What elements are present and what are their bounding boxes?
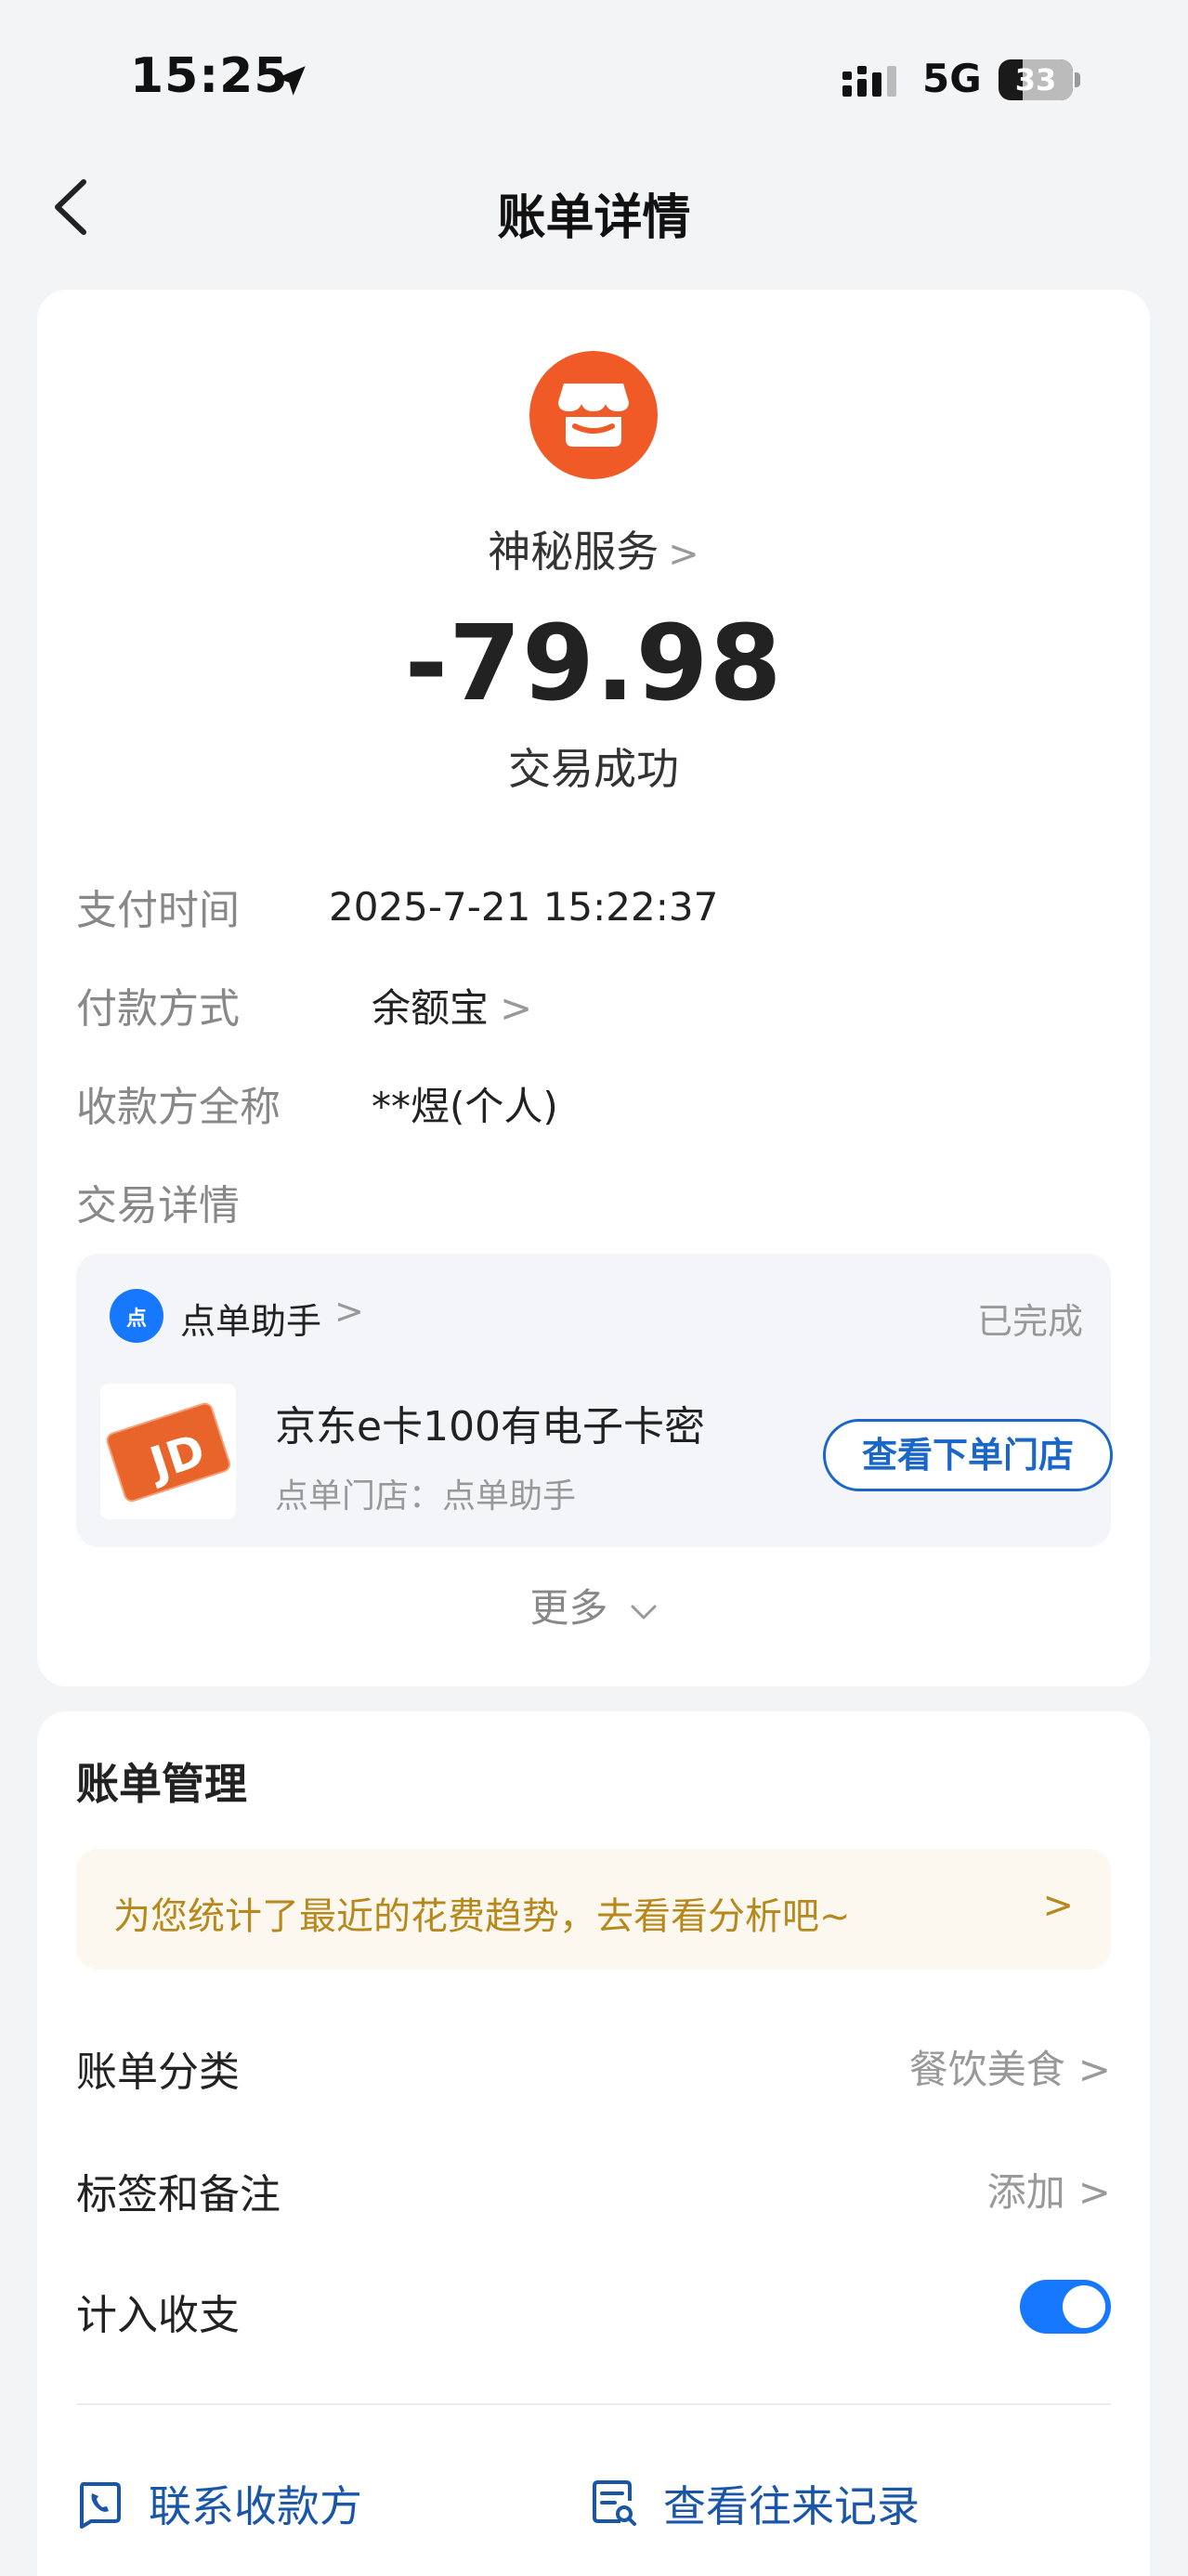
phone-chat-icon: [80, 2482, 121, 2529]
bill-manage-title: 账单管理: [76, 1759, 247, 1809]
transaction-card: 神秘服务 > -79.98 交易成功 支付时间 2025-7-21 15:22:3…: [37, 290, 1150, 1686]
merchant-logo: [529, 351, 658, 479]
chevron-down-icon: [631, 1605, 657, 1620]
pay-method-label: 付款方式: [76, 985, 240, 1033]
payee-label: 收款方全称: [76, 1084, 281, 1131]
pay-method-value: 余额宝: [372, 985, 490, 1031]
amount: -79.98: [404, 604, 783, 724]
include-label: 计入收支: [76, 2292, 240, 2339]
chevron-right-icon: >: [500, 985, 533, 1031]
product-image: JD: [100, 1384, 236, 1519]
view-history-label: 查看往来记录: [663, 2481, 920, 2531]
product-title: 京东e卡100有电子卡密: [275, 1403, 706, 1451]
chevron-right-icon: >: [1077, 2169, 1111, 2215]
divider: [76, 2403, 1111, 2405]
tags-link[interactable]: 添加 >: [987, 2161, 1111, 2218]
payee-value: **煜(个人): [372, 1084, 558, 1129]
assistant-icon: 点: [110, 1289, 163, 1343]
store-icon: [558, 384, 629, 447]
order-status: 已完成: [976, 1301, 1083, 1342]
chevron-right-icon: >: [334, 1291, 364, 1332]
tags-label: 标签和备注: [76, 2171, 281, 2218]
view-history-button[interactable]: 查看往来记录: [591, 2473, 1018, 2538]
assistant-name[interactable]: 点单助手: [180, 1293, 321, 1344]
contact-payee-label: 联系收款方: [149, 2481, 362, 2531]
pay-method-link[interactable]: 余额宝 >: [372, 977, 532, 1034]
contact-payee-button[interactable]: 联系收款方: [76, 2473, 466, 2538]
merchant-name: 神秘服务: [488, 527, 659, 577]
merchant-name-link[interactable]: 神秘服务 >: [37, 518, 1150, 579]
category-label: 账单分类: [76, 2049, 240, 2096]
battery-percent: 33: [1014, 62, 1057, 98]
view-store-button[interactable]: 查看下单门店: [823, 1419, 1113, 1491]
page-title: 账单详情: [497, 190, 691, 246]
spending-insight-banner[interactable]: 为您统计了最近的花费趋势，去看看分析吧~ >: [76, 1849, 1111, 1970]
include-toggle[interactable]: [1020, 2280, 1111, 2334]
bill-manage-card: 账单管理 为您统计了最近的花费趋势，去看看分析吧~ > 账单分类 餐饮美食 > 标…: [37, 1711, 1150, 2576]
status-bar: 15:25 5G 33: [0, 0, 1188, 139]
pay-time-label: 支付时间: [76, 887, 240, 934]
network-label: 5G: [922, 56, 982, 101]
toggle-knob: [1063, 2285, 1105, 2328]
pay-time-value: 2025-7-21 15:22:37: [329, 884, 719, 930]
battery-icon: 33: [999, 59, 1080, 100]
order-box: 点 点单助手 > 已完成 JD 京东e卡100有电子卡密 点单门店：点单助手 查…: [76, 1254, 1113, 1547]
chevron-right-icon: >: [1077, 2047, 1111, 2092]
location-arrow-icon: [276, 66, 306, 96]
trade-status: 交易成功: [508, 744, 679, 794]
trade-detail-label: 交易详情: [76, 1182, 240, 1229]
more-button[interactable]: 更多: [37, 1577, 1150, 1633]
chevron-right-icon: >: [1042, 1884, 1074, 1927]
tags-value: 添加: [986, 2169, 1065, 2215]
product-store: 点单门店：点单助手: [275, 1477, 577, 1516]
category-link[interactable]: 餐饮美食 >: [909, 2038, 1111, 2095]
category-value: 餐饮美食: [908, 2047, 1065, 2092]
insight-text: 为您统计了最近的花费趋势，去看看分析吧~: [113, 1895, 851, 1938]
signal-icon: [842, 66, 896, 97]
more-label: 更多: [529, 1585, 608, 1631]
record-search-icon: [593, 2480, 636, 2526]
status-time: 15:25: [130, 48, 289, 104]
chevron-right-icon: >: [668, 533, 699, 576]
